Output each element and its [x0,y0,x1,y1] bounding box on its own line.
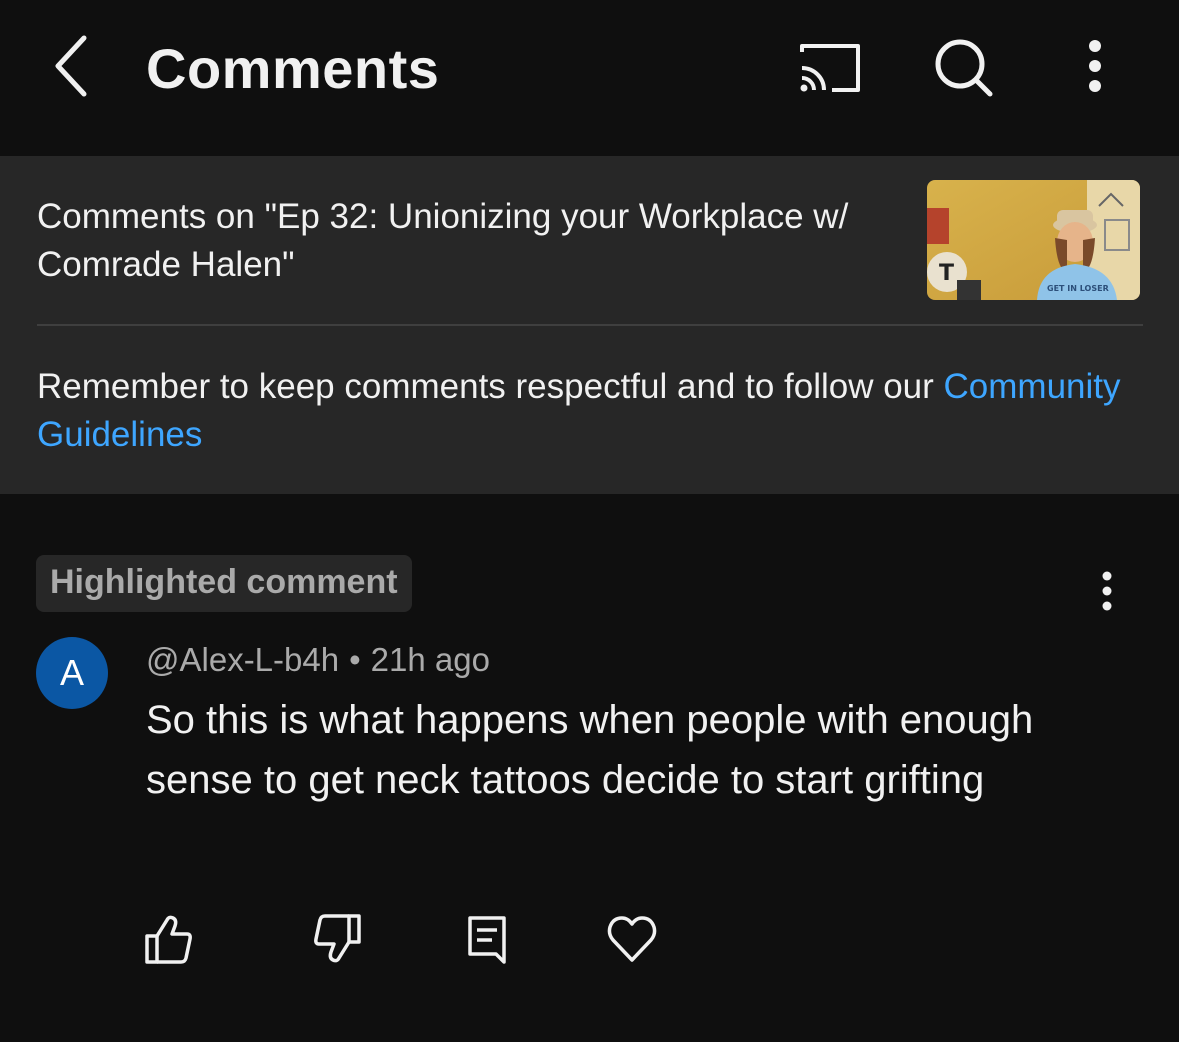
like-button[interactable] [143,912,195,966]
meta-separator: • [349,641,361,678]
cast-button[interactable] [796,38,864,96]
cast-icon [800,44,860,92]
reply-icon [468,916,506,964]
more-vertical-icon [1102,571,1112,611]
dislike-button[interactable] [311,912,363,966]
more-vertical-icon [1089,40,1101,92]
like-icon [145,915,192,964]
community-notice: Remember to keep comments respectful and… [37,363,1137,459]
notice-text: Remember to keep comments respectful and… [37,367,944,406]
svg-text:GET IN LOSER: GET IN LOSER [1047,284,1109,293]
search-icon [935,39,993,97]
heart-button[interactable] [606,912,658,966]
highlighted-comment-badge: Highlighted comment [36,555,412,612]
more-options-button[interactable] [1072,36,1118,100]
comment-more-button[interactable] [1088,568,1126,616]
comment-meta: @Alex-L-b4h • 21h ago [146,637,490,683]
comment-time: 21h ago [370,641,490,678]
reply-button[interactable] [462,912,514,966]
comment-text: So this is what happens when people with… [146,698,1034,802]
divider [37,324,1143,326]
back-arrow-icon [55,35,87,97]
comment-author[interactable]: @Alex-L-b4h [146,641,339,678]
heart-icon [607,916,657,962]
video-title: Comments on "Ep 32: Unionizing your Work… [37,197,849,284]
svg-text:T: T [939,261,954,286]
video-thumbnail[interactable]: T GET IN LOSER [927,180,1140,300]
avatar[interactable]: A [36,637,108,709]
search-button[interactable] [930,36,998,100]
top-app-bar: Comments [0,0,1179,156]
dislike-icon [314,914,361,963]
back-button[interactable] [44,30,104,102]
page-title: Comments [146,37,440,100]
video-info-panel: Comments on "Ep 32: Unionizing your Work… [0,156,1179,494]
